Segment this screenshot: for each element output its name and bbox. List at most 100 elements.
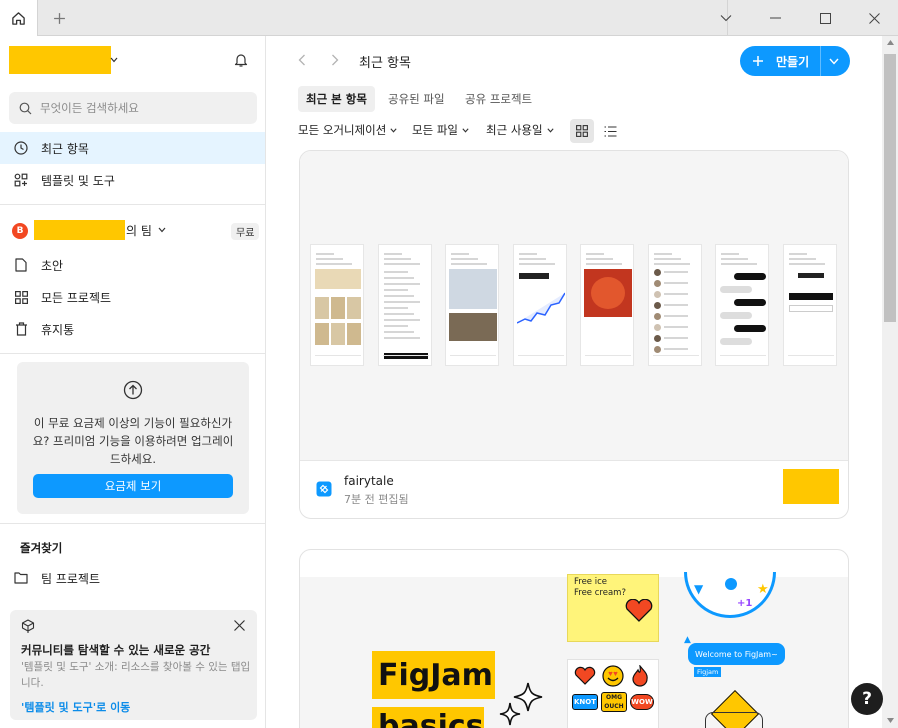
sidebar-item-all-projects[interactable]: 모든 프로젝트 <box>0 281 265 313</box>
filter-label: 최근 사용일 <box>486 123 543 137</box>
tab-recently-viewed[interactable]: 최근 본 항목 <box>298 86 375 112</box>
collaborator-avatars-redacted <box>783 469 839 504</box>
main-content: 최근 항목 만들기 최근 본 항목 공유된 파일 공유 프로젝트 모든 오거니제… <box>266 36 882 728</box>
grid-view-toggle[interactable] <box>570 119 594 143</box>
screen-thumbnail <box>580 244 634 366</box>
file-thumbnail[interactable] <box>300 151 848 460</box>
list-view-toggle[interactable] <box>598 119 622 143</box>
page-title: 최근 항목 <box>359 56 411 71</box>
search-placeholder: 무엇이든 검색하세요 <box>40 101 139 115</box>
team-name-redacted[interactable] <box>34 220 125 240</box>
minimize-button[interactable] <box>752 0 800 36</box>
file-icon <box>14 258 28 272</box>
screen-thumbnail <box>512 244 567 366</box>
minimize-icon <box>770 17 782 19</box>
sort-filter[interactable]: 최근 사용일 <box>486 122 554 138</box>
view-plans-button[interactable]: 요금제 보기 <box>33 474 233 498</box>
sidebar-item-label: 팀 프로젝트 <box>41 571 101 586</box>
banner-link[interactable]: '템플릿 및 도구'로 이동 <box>21 699 130 715</box>
file-edited-time: 7분 전 편집됨 <box>344 493 409 506</box>
tab-menu-button[interactable] <box>702 0 750 36</box>
plus-icon <box>53 12 66 25</box>
favorites-heading: 즐겨찾기 <box>20 541 63 555</box>
sidebar-item-label: 템플릿 및 도구 <box>41 173 115 188</box>
bell-icon[interactable] <box>234 52 248 68</box>
plus-one-icon: +1 <box>737 598 753 609</box>
community-banner: 커뮤니티를 탐색할 수 있는 새로운 공간 '템플릿 및 도구' 소개: 리소스… <box>10 610 257 720</box>
divider <box>0 523 265 524</box>
thumbs-down-icon: ▼ <box>694 582 704 596</box>
screen-thumbnail <box>310 244 364 366</box>
plan-badge: 무료 <box>231 223 260 240</box>
sticker-label: KNOT <box>572 694 598 710</box>
close-window-button[interactable] <box>850 0 898 36</box>
figjam-subtitle: basics <box>372 707 484 728</box>
chevron-down-icon <box>390 127 397 133</box>
fire-icon <box>630 665 650 687</box>
list-view-icon <box>604 125 617 137</box>
forward-arrow-icon[interactable] <box>331 54 339 66</box>
home-icon <box>11 11 26 26</box>
sidebar-item-team-project[interactable]: 팀 프로젝트 <box>0 562 265 594</box>
sidebar-item-label: 휴지통 <box>41 322 75 337</box>
filter-label: 모든 파일 <box>412 123 458 137</box>
note-item: Free cream? <box>574 588 626 598</box>
divider <box>0 204 265 205</box>
scroll-down-icon[interactable] <box>887 718 894 723</box>
new-tab-button[interactable] <box>48 8 70 28</box>
sidebar-item-trash[interactable]: 휴지통 <box>0 313 265 345</box>
team-name-suffix[interactable]: 의 팀 <box>126 222 152 239</box>
sidebar: 무엇이든 검색하세요 최근 항목 템플릿 및 도구 B 의 팀 무료 초안 모든… <box>0 36 266 728</box>
trash-icon <box>14 322 28 336</box>
sidebar-item-templates[interactable]: 템플릿 및 도구 <box>0 164 265 196</box>
scrollbar-thumb[interactable] <box>884 54 896 322</box>
heart-icon <box>574 666 596 686</box>
create-label: 만들기 <box>776 54 810 69</box>
tab-shared-projects[interactable]: 공유 프로젝트 <box>457 86 540 112</box>
frame-shape <box>705 712 763 728</box>
screen-thumbnail <box>647 244 702 366</box>
create-button[interactable]: 만들기 <box>740 46 850 76</box>
help-button[interactable]: ? <box>851 683 883 715</box>
file-type-filter[interactable]: 모든 파일 <box>412 122 469 138</box>
grid-icon <box>14 290 28 304</box>
folder-icon <box>14 571 28 585</box>
clock-icon <box>14 141 28 155</box>
close-banner-icon[interactable] <box>234 620 245 631</box>
heart-eyes-emoji-icon <box>602 665 624 687</box>
file-card[interactable]: fairytale 7분 전 편집됨 <box>299 150 849 519</box>
scroll-up-icon[interactable] <box>887 40 894 45</box>
tab-shared-files[interactable]: 공유된 파일 <box>380 86 453 112</box>
sidebar-item-label: 최근 항목 <box>41 141 89 156</box>
divider <box>300 460 848 461</box>
cursor-icon: ▲ <box>684 635 691 645</box>
sidebar-item-label: 모든 프로젝트 <box>41 290 112 305</box>
title-bar <box>0 0 898 36</box>
note-item: Free ice <box>574 577 608 587</box>
file-thumbnail[interactable]: FigJam basics Free ice Free cream? KNOT … <box>300 572 848 728</box>
account-chevron-down-icon[interactable] <box>110 57 118 63</box>
team-chevron-down-icon[interactable] <box>158 227 166 233</box>
sidebar-item-drafts[interactable]: 초안 <box>0 249 265 281</box>
file-name: fairytale <box>344 474 394 488</box>
sticky-note: Free ice Free cream? <box>567 574 659 642</box>
home-tab[interactable] <box>0 0 38 36</box>
banner-title: 커뮤니티를 탐색할 수 있는 새로운 공간 <box>21 643 211 657</box>
file-card[interactable]: FigJam basics Free ice Free cream? KNOT … <box>299 549 849 728</box>
organization-filter[interactable]: 모든 오거니제이션 <box>298 122 397 138</box>
back-arrow-icon[interactable] <box>298 54 306 66</box>
chevron-down-icon <box>546 127 554 133</box>
chevron-down-icon <box>720 14 732 22</box>
sticker-label: WOW <box>630 694 654 710</box>
figma-design-file-icon <box>316 481 332 497</box>
chat-bubble: Welcome to FigJam~ <box>688 643 785 665</box>
search-input[interactable]: 무엇이든 검색하세요 <box>9 92 257 124</box>
maximize-icon <box>819 12 831 24</box>
account-name-redacted[interactable] <box>9 46 111 74</box>
divider <box>0 353 265 354</box>
sidebar-item-label: 초안 <box>41 258 64 273</box>
maximize-button[interactable] <box>801 0 849 36</box>
sparkle-icon <box>498 681 544 727</box>
sidebar-item-recent[interactable]: 최근 항목 <box>0 132 265 164</box>
search-icon <box>19 102 40 115</box>
